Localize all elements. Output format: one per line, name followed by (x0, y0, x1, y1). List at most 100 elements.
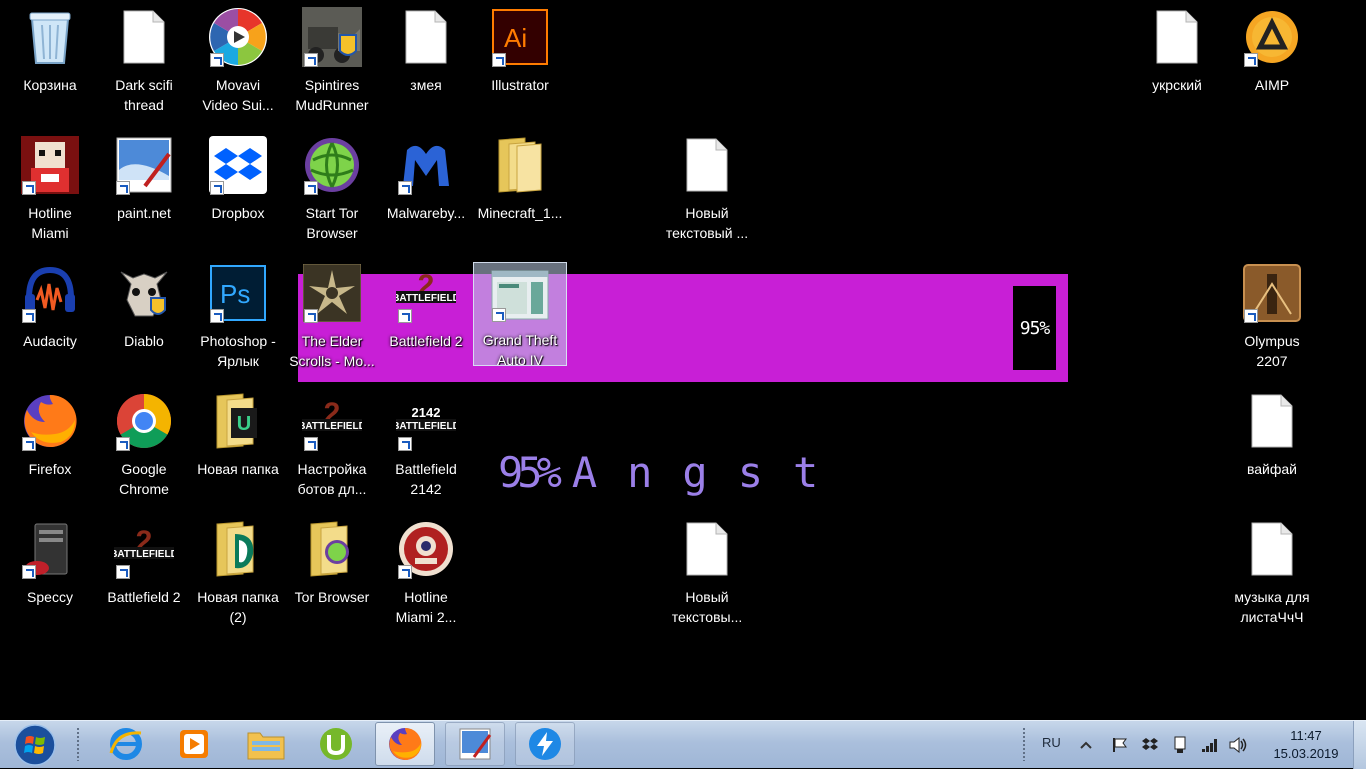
desktop-icon-hotline-miami-2[interactable]: Hotline Miami 2... (379, 512, 473, 632)
desktop-icon-hotline-miami[interactable]: Hotline Miami (3, 128, 97, 248)
shortcut-arrow-icon (210, 181, 224, 195)
volume-speaker-icon[interactable] (1228, 735, 1248, 755)
battlefield-icon: 2BATTLEFIELD (396, 263, 456, 323)
language-indicator[interactable]: RU (1042, 735, 1061, 750)
shortcut-arrow-icon (304, 181, 318, 195)
desktop-icon-music-list[interactable]: музыка для листаЧчЧ (1225, 512, 1319, 632)
desktop-icon-minecraft-folder[interactable]: Minecraft_1... (473, 128, 567, 248)
taskbar-paint-net[interactable] (445, 722, 505, 766)
shortcut-arrow-icon (116, 181, 130, 195)
desktop-icon-recycle-bin[interactable]: Корзина (3, 0, 97, 120)
desktop-icon-dark-scifi-thread[interactable]: Dark scifi thread (97, 0, 191, 120)
dropbox-tray-icon[interactable] (1140, 735, 1160, 755)
shortcut-arrow-icon (210, 53, 224, 67)
desktop-icon-photoshop[interactable]: Ps Photoshop - Ярлык (191, 256, 285, 376)
icon-label: Dropbox (211, 205, 265, 221)
desktop-icon-dropbox[interactable]: Dropbox (191, 128, 285, 248)
system-tray: RU 11:47 15.03.2019 (1022, 721, 1366, 769)
desktop-icon-gta-iv[interactable]: Grand Theft Auto IV (473, 262, 567, 366)
utorrent-icon (320, 728, 352, 760)
desktop-icon-illustrator[interactable]: Ai Illustrator (473, 0, 567, 120)
desktop-icon-battlefield-2-b[interactable]: 2BATTLEFIELD Battlefield 2 (97, 512, 191, 632)
icon-label: Olympus 2207 (1244, 333, 1300, 369)
desktop-icon-bots-settings[interactable]: 2BATTLEFIELD Настройка ботов дл... (285, 384, 379, 504)
desktop-icon-speccy[interactable]: Speccy (3, 512, 97, 632)
desktop-icon-firefox[interactable]: Firefox (3, 384, 97, 504)
desktop-icon-olympus-2207[interactable]: Olympus 2207 (1225, 256, 1319, 376)
start-button[interactable] (12, 723, 58, 767)
clock[interactable]: 11:47 15.03.2019 (1266, 727, 1346, 763)
usb-device-icon[interactable] (1170, 735, 1190, 755)
flag-icon[interactable] (1110, 735, 1130, 755)
icon-label: укрский (1152, 77, 1202, 93)
icon-label: paint.net (117, 205, 171, 221)
tray-grip[interactable] (1022, 727, 1026, 761)
text-file-icon (677, 135, 737, 195)
shortcut-arrow-icon (22, 181, 36, 195)
svg-text:BATTLEFIELD: BATTLEFIELD (302, 421, 362, 432)
desktop-icon-new-text-1[interactable]: Новый текстовый ... (660, 128, 754, 248)
icon-label: Spintires MudRunner (295, 77, 369, 113)
desktop-icon-tor-browser-folder[interactable]: Tor Browser (285, 512, 379, 632)
svg-text:2142: 2142 (412, 405, 441, 420)
spintires-icon (302, 7, 362, 67)
network-signal-icon[interactable] (1200, 735, 1220, 755)
desktop-icon-aimp[interactable]: AIMP (1225, 0, 1319, 120)
angst-percent-label: 95% (1019, 317, 1050, 339)
desktop-icon-new-text-2[interactable]: Новый текстовы... (660, 512, 754, 632)
chrome-icon (114, 391, 174, 451)
desktop-icon-zmeya[interactable]: змея (379, 0, 473, 120)
desktop-icon-movavi[interactable]: Movavi Video Sui... (191, 0, 285, 120)
media-player-icon (180, 730, 208, 758)
desktop-icon-spintires[interactable]: Spintires MudRunner (285, 0, 379, 120)
taskbar-media-player[interactable] (164, 722, 224, 766)
taskbar-firefox[interactable] (375, 722, 435, 766)
angst-meter-text: 95% Angst (498, 448, 848, 497)
taskbar-explorer[interactable] (236, 722, 296, 766)
shortcut-arrow-icon (1244, 309, 1258, 323)
show-desktop-button[interactable] (1353, 721, 1366, 769)
desktop-icon-diablo[interactable]: Diablo (97, 256, 191, 376)
desktop-icon-ukrsky[interactable]: укрский (1130, 0, 1224, 120)
desktop-icon-malwarebytes[interactable]: Malwareby... (379, 128, 473, 248)
taskbar-grip[interactable] (76, 727, 80, 761)
text-file-icon (1242, 391, 1302, 451)
desktop-icon-new-folder[interactable]: U Новая папка (191, 384, 285, 504)
desktop-icon-wifi[interactable]: вайфай (1225, 384, 1319, 504)
shortcut-arrow-icon (304, 437, 318, 451)
desktop-icon-battlefield-2142[interactable]: 2142BATTLEFIELD Battlefield 2142 (379, 384, 473, 504)
angst-text-word: Angst (571, 448, 849, 497)
shortcut-arrow-icon (22, 309, 36, 323)
icon-label: Grand Theft Auto IV (482, 331, 558, 365)
desktop-icon-battlefield-2-a[interactable]: 2BATTLEFIELD Battlefield 2 (379, 256, 473, 376)
text-file-icon (396, 7, 456, 67)
icon-label: Audacity (23, 333, 77, 349)
shortcut-arrow-icon (22, 565, 36, 579)
desktop-icon-elder-scrolls[interactable]: The Elder Scrolls - Mo... (285, 256, 379, 376)
icon-label: Photoshop - Ярлык (200, 333, 276, 369)
desktop-icon-google-chrome[interactable]: Google Chrome (97, 384, 191, 504)
taskbar-internet-explorer[interactable] (96, 722, 156, 766)
clock-time: 11:47 (1290, 728, 1322, 743)
icon-label: музыка для листаЧчЧ (1234, 589, 1310, 625)
icon-label: Hotline Miami (28, 205, 72, 241)
angst-text-percent: 95% (498, 448, 562, 497)
speccy-icon (20, 519, 80, 579)
hotline-miami-icon (20, 135, 80, 195)
desktop-icon-paint-net[interactable]: paint.net (97, 128, 191, 248)
desktop-icon-audacity[interactable]: Audacity (3, 256, 97, 376)
svg-text:U: U (237, 413, 251, 435)
icon-label: Корзина (23, 77, 77, 93)
taskbar-thunderbolt-app[interactable] (515, 722, 575, 766)
paint-net-icon (459, 728, 492, 760)
show-hidden-icons-chevron-up-icon[interactable] (1076, 735, 1096, 755)
dropbox-icon (208, 135, 268, 195)
shortcut-arrow-icon (398, 437, 412, 451)
desktop-icon-new-folder-2[interactable]: Новая папка (2) (191, 512, 285, 632)
desktop-icon-start-tor-browser[interactable]: Start Tor Browser (285, 128, 379, 248)
taskbar-utorrent[interactable] (306, 722, 366, 766)
icon-label: Illustrator (491, 77, 549, 93)
icon-label: вайфай (1246, 461, 1297, 477)
angst-percent-box: 95% (1013, 286, 1056, 370)
folder-icon (208, 519, 268, 579)
